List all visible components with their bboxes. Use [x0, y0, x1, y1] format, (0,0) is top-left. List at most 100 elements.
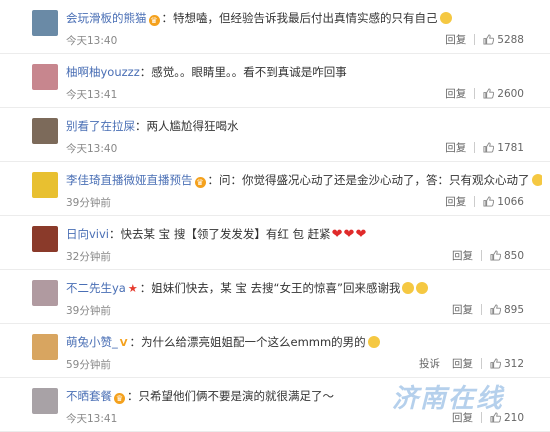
timestamp: 32分钟前: [66, 251, 111, 263]
avatar[interactable]: [32, 10, 58, 36]
username-link[interactable]: 不晒套餐: [66, 389, 112, 403]
comment-actions: 回复 895: [440, 302, 524, 317]
comment-text: 李佳琦直播微娅直播预告 ♛ ：问：你觉得盛况心动了还是金沙心动了，答：只有观众心动了: [66, 172, 542, 188]
like-button[interactable]: 895: [490, 304, 524, 316]
username-link[interactable]: 李佳琦直播微娅直播预告: [66, 173, 193, 187]
like-count: 850: [503, 249, 524, 262]
timestamp: 59分钟前: [66, 359, 111, 371]
vip-badge-icon: ♛: [148, 15, 160, 26]
report-button[interactable]: 投诉: [419, 358, 440, 370]
comment-body: ：问：你觉得盛况心动了还是金沙心动了，答：只有观众心动了: [207, 173, 530, 187]
divider: [474, 88, 476, 99]
comment-actions: 回复 1066: [433, 194, 524, 209]
emoji-icon: [439, 12, 452, 24]
heart-icon: ❤: [331, 227, 343, 242]
reply-button[interactable]: 回复: [452, 250, 473, 262]
comment-body: ：快去某 宝 搜【领了发发发】有红 包 赶紧: [109, 227, 331, 241]
timestamp: 39分钟前: [66, 305, 111, 317]
divider: [474, 142, 476, 153]
reply-button[interactable]: 回复: [445, 196, 466, 208]
emoji-icon: [367, 336, 380, 348]
like-count: 312: [503, 357, 524, 370]
verified-badge-icon: V: [119, 338, 128, 349]
star-badge-icon: ★: [127, 282, 138, 295]
vip-badge-icon: ♛: [114, 393, 125, 404]
like-count: 210: [503, 411, 524, 424]
thumbs-up-icon: [483, 142, 497, 154]
username-link[interactable]: 柚啊柚youzzz: [66, 65, 140, 79]
comment-text: 萌兔小赞_ V ：为什么给漂亮姐姐配一个这么emmm的男的: [66, 334, 542, 352]
username-link[interactable]: 日向vivi: [66, 227, 109, 241]
like-count: 895: [503, 303, 524, 316]
comment-body: ：感觉。。眼睛里。。看不到真诚是咋回事: [139, 65, 347, 79]
reply-button[interactable]: 回复: [452, 304, 473, 316]
reply-button[interactable]: 回复: [445, 88, 466, 100]
divider: [480, 358, 482, 369]
divider: [474, 34, 476, 45]
comment-text: 不二先生ya ★ ：姐妹们快去，某 宝 去搜“女王的惊喜”回来感谢我: [66, 280, 542, 297]
comment-row: 柚啊柚youzzz：感觉。。眼睛里。。看不到真诚是咋回事今天13:41 回复 260…: [0, 54, 550, 108]
vip-badge-icon: ♛: [194, 177, 206, 188]
like-button[interactable]: 850: [490, 250, 524, 262]
reply-button[interactable]: 回复: [452, 358, 473, 370]
like-count: 2600: [497, 87, 524, 100]
comment-row: 李佳琦直播微娅直播预告 ♛ ：问：你觉得盛况心动了还是金沙心动了，答：只有观众心动了…: [0, 162, 550, 216]
like-count: 1781: [497, 141, 524, 154]
avatar[interactable]: [32, 334, 58, 360]
avatar[interactable]: [32, 64, 58, 90]
site-watermark: 济南在线: [392, 384, 505, 414]
username-link[interactable]: 不二先生ya: [66, 281, 126, 295]
timestamp: 39分钟前: [66, 197, 111, 209]
like-count: 1066: [497, 195, 524, 208]
timestamp: 今天13:40: [66, 35, 118, 47]
comment-body: ：只希望他们俩不要是演的就很满足了～: [127, 389, 334, 403]
heart-icon: ❤: [343, 227, 355, 242]
thumbs-up-icon: [490, 250, 504, 262]
comment-actions: 回复 2600: [433, 86, 524, 101]
divider: [474, 196, 476, 207]
divider: [480, 304, 482, 315]
thumbs-up-icon: [490, 358, 504, 370]
username-link[interactable]: 会玩滑板的熊猫: [66, 11, 147, 25]
reply-button[interactable]: 回复: [445, 34, 466, 46]
reply-button[interactable]: 回复: [445, 142, 466, 154]
thumbs-up-icon: [490, 304, 504, 316]
like-button[interactable]: 2600: [483, 88, 524, 100]
timestamp: 今天13:40: [66, 143, 118, 155]
emoji-icon: [402, 282, 415, 294]
avatar[interactable]: [32, 280, 58, 306]
like-button[interactable]: 5288: [483, 34, 524, 46]
username-link[interactable]: 萌兔小赞_: [66, 335, 118, 349]
thumbs-up-icon: [483, 196, 497, 208]
comment-row: 日向vivi：快去某 宝 搜【领了发发发】有红 包 赶紧❤❤❤ 32分钟前 回复 85…: [0, 216, 550, 270]
comment-text: 日向vivi：快去某 宝 搜【领了发发发】有红 包 赶紧❤❤❤: [66, 226, 542, 243]
comment-actions: 投诉 回复 312: [407, 356, 524, 371]
avatar[interactable]: [32, 226, 58, 252]
username-link[interactable]: 别看了在拉屎: [66, 119, 135, 133]
timestamp: 今天13:41: [66, 413, 118, 425]
comment-body: ：两人尴尬得狂喝水: [135, 119, 239, 133]
avatar[interactable]: [32, 388, 58, 414]
heart-icon: ❤: [355, 227, 367, 242]
avatar[interactable]: [32, 172, 58, 198]
comment-row: 萌兔小赞_ V ：为什么给漂亮姐姐配一个这么emmm的男的 59分钟前 投诉 回复 312: [0, 324, 550, 378]
like-count: 5288: [497, 33, 524, 46]
comment-row: 别看了在拉屎：两人尴尬得狂喝水今天13:40 回复 1781: [0, 108, 550, 162]
comment-row: 会玩滑板的熊猫 ♛ ：特想嗑，但经验告诉我最后付出真情实感的只有自己今天13:40 回…: [0, 0, 550, 54]
comment-text: 柚啊柚youzzz：感觉。。眼睛里。。看不到真诚是咋回事: [66, 64, 542, 80]
comment-row: 不二先生ya ★ ：姐妹们快去，某 宝 去搜“女王的惊喜”回来感谢我 39分钟前 回复 8…: [0, 270, 550, 324]
comment-body: ：特想嗑，但经验告诉我最后付出真情实感的只有自己: [161, 11, 438, 25]
like-button[interactable]: 1066: [483, 196, 524, 208]
comment-body: ：姐妹们快去，某 宝 去搜“女王的惊喜”回来感谢我: [139, 281, 401, 295]
comment-actions: 回复 1781: [433, 140, 524, 155]
timestamp: 今天13:41: [66, 89, 118, 101]
like-button[interactable]: 1781: [483, 142, 524, 154]
thumbs-up-icon: [483, 88, 497, 100]
avatar[interactable]: [32, 118, 58, 144]
comment-body: ：为什么给漂亮姐姐配一个这么emmm的男的: [129, 335, 366, 349]
thumbs-up-icon: [483, 34, 497, 46]
emoji-icon: [416, 282, 429, 294]
emoji-icon: [531, 174, 542, 186]
like-button[interactable]: 312: [490, 358, 524, 370]
divider: [480, 250, 482, 261]
